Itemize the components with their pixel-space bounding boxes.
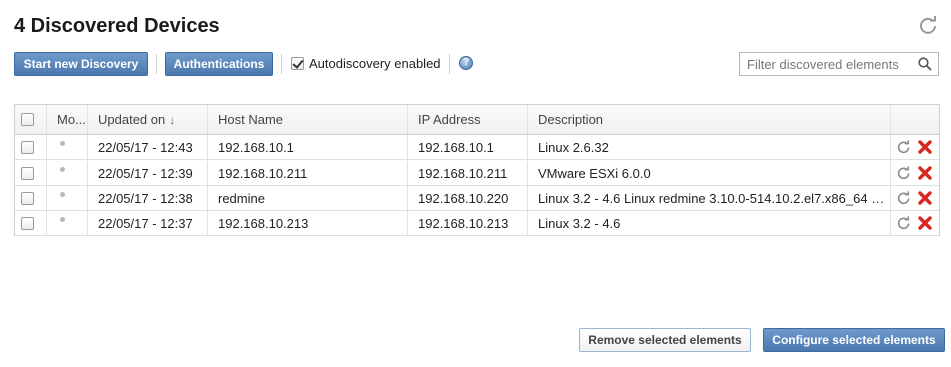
host-cell: 192.168.10.1 <box>208 135 408 159</box>
refresh-icon[interactable] <box>896 166 911 181</box>
column-header-monitored[interactable]: Mo... <box>47 105 88 134</box>
actions-cell <box>891 135 939 159</box>
refresh-icon[interactable] <box>896 191 911 206</box>
row-checkbox[interactable] <box>21 217 34 230</box>
ip-cell: 192.168.10.220 <box>408 186 528 210</box>
column-header-description[interactable]: Description <box>528 105 891 134</box>
sort-desc-icon: ↓ <box>169 113 176 127</box>
header-select-cell <box>15 105 47 134</box>
configure-selected-button[interactable]: Configure selected elements <box>763 328 945 352</box>
row-select-cell <box>15 186 47 210</box>
toolbar-separator <box>281 54 282 74</box>
monitored-cell <box>47 186 88 210</box>
table-row[interactable]: 22/05/17 - 12:38 redmine 192.168.10.220 … <box>15 186 939 211</box>
select-all-checkbox[interactable] <box>21 113 34 126</box>
row-checkbox[interactable] <box>21 192 34 205</box>
status-dot-icon <box>60 217 65 222</box>
monitored-cell <box>47 135 88 159</box>
updated-cell: 22/05/17 - 12:38 <box>88 186 208 210</box>
refresh-icon[interactable] <box>917 15 939 37</box>
actions-cell <box>891 186 939 210</box>
description-cell: Linux 2.6.32 <box>528 135 891 159</box>
delete-icon[interactable] <box>917 139 933 155</box>
delete-icon[interactable] <box>917 190 933 206</box>
ip-cell: 192.168.10.1 <box>408 135 528 159</box>
authentications-button[interactable]: Authentications <box>165 52 273 76</box>
row-select-cell <box>15 135 47 159</box>
table-header: Mo... Updated on ↓ Host Name IP Address D… <box>15 105 939 135</box>
row-checkbox[interactable] <box>21 141 34 154</box>
status-dot-icon <box>60 167 65 172</box>
filter-input[interactable] <box>740 53 910 75</box>
actions-cell <box>891 161 939 185</box>
host-cell: redmine <box>208 186 408 210</box>
ip-cell: 192.168.10.211 <box>408 161 528 185</box>
delete-icon[interactable] <box>917 215 933 231</box>
row-checkbox[interactable] <box>21 167 34 180</box>
filter-field[interactable] <box>739 52 939 76</box>
remove-selected-button[interactable]: Remove selected elements <box>579 328 751 352</box>
autodiscovery-label: Autodiscovery enabled <box>309 56 441 71</box>
updated-cell: 22/05/17 - 12:39 <box>88 161 208 185</box>
status-dot-icon <box>60 141 65 146</box>
monitored-cell <box>47 211 88 235</box>
ip-cell: 192.168.10.213 <box>408 211 528 235</box>
description-cell: VMware ESXi 6.0.0 <box>528 161 891 185</box>
host-cell: 192.168.10.213 <box>208 211 408 235</box>
refresh-icon[interactable] <box>896 216 911 231</box>
status-dot-icon <box>60 192 65 197</box>
toolbar-separator <box>156 54 157 74</box>
delete-icon[interactable] <box>917 165 933 181</box>
devices-table: Mo... Updated on ↓ Host Name IP Address D… <box>14 104 940 236</box>
row-select-cell <box>15 161 47 185</box>
column-header-updated[interactable]: Updated on ↓ <box>88 105 208 134</box>
search-icon[interactable] <box>918 57 932 71</box>
autodiscovery-checkbox[interactable] <box>291 57 304 70</box>
page-title: 4 Discovered Devices <box>14 15 220 37</box>
refresh-icon[interactable] <box>896 140 911 155</box>
column-header-ip[interactable]: IP Address <box>408 105 528 134</box>
updated-cell: 22/05/17 - 12:37 <box>88 211 208 235</box>
row-select-cell <box>15 211 47 235</box>
actions-cell <box>891 211 939 235</box>
column-header-updated-label: Updated on <box>98 112 166 127</box>
table-row[interactable]: 22/05/17 - 12:39 192.168.10.211 192.168.… <box>15 161 939 186</box>
column-header-actions <box>891 105 939 134</box>
description-cell: Linux 3.2 - 4.6 Linux redmine 3.10.0-514… <box>528 186 891 210</box>
updated-cell: 22/05/17 - 12:43 <box>88 135 208 159</box>
toolbar-separator <box>449 54 450 74</box>
description-cell: Linux 3.2 - 4.6 <box>528 211 891 235</box>
table-row[interactable]: 22/05/17 - 12:37 192.168.10.213 192.168.… <box>15 211 939 236</box>
host-cell: 192.168.10.211 <box>208 161 408 185</box>
help-icon[interactable]: ? <box>459 56 473 70</box>
monitored-cell <box>47 161 88 185</box>
column-header-host[interactable]: Host Name <box>208 105 408 134</box>
start-discovery-button[interactable]: Start new Discovery <box>14 52 148 76</box>
table-row[interactable]: 22/05/17 - 12:43 192.168.10.1 192.168.10… <box>15 135 939 160</box>
